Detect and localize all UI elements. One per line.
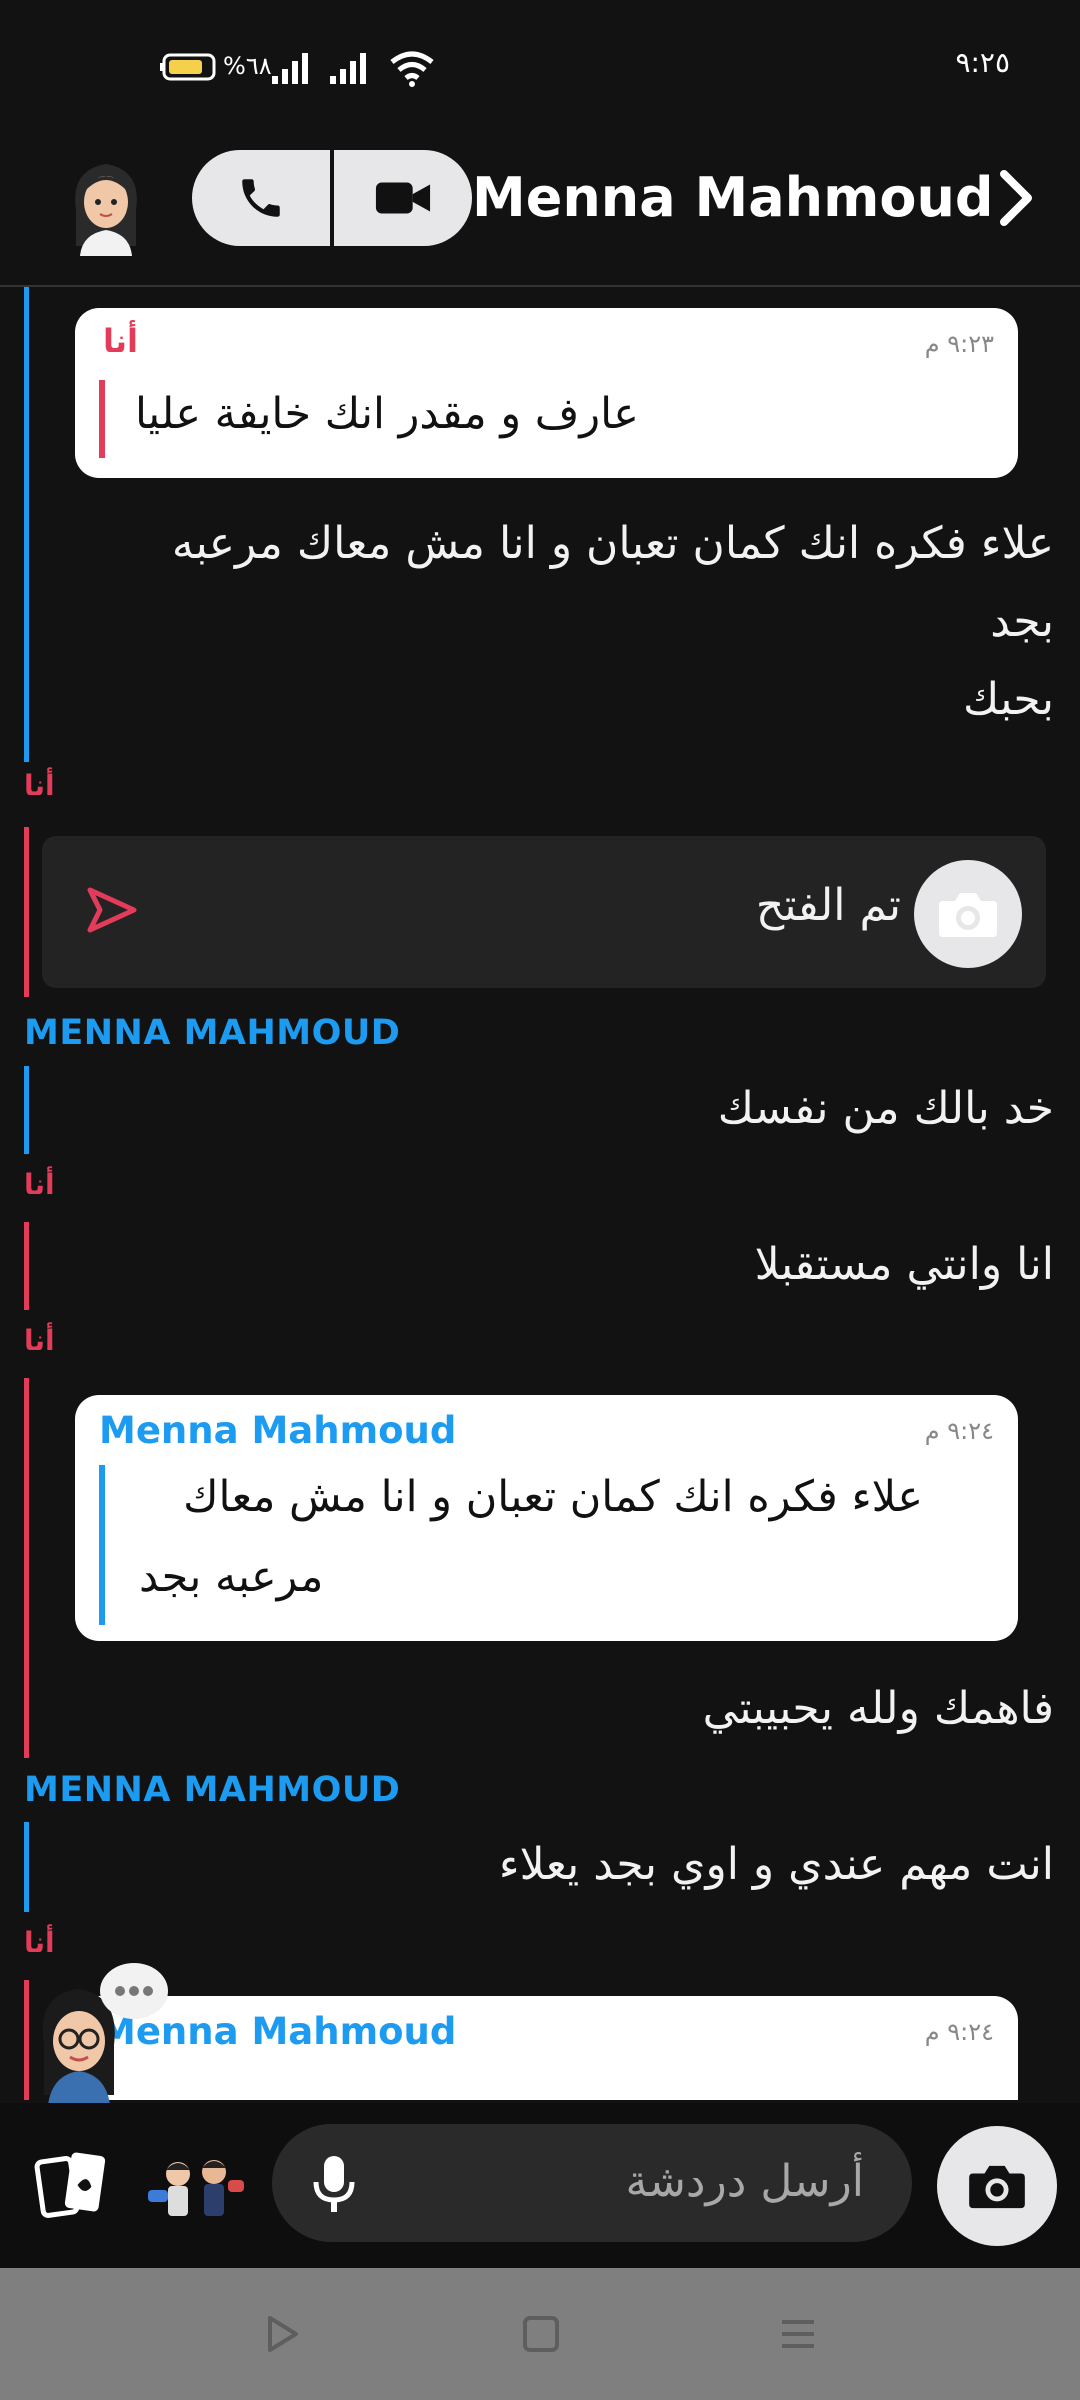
status-bar: %٦٨ ٩:٢٥ [0,0,1080,130]
sender-bar-me [24,1222,29,1310]
chevron-right-icon[interactable] [990,168,1040,228]
call-buttons [192,150,472,246]
sender-bar-friend [24,1066,29,1154]
quote-text: علاء فكره انك كمان تعبان و انا مش معاك [183,1472,923,1522]
snap-message[interactable]: تم الفتح [42,836,1046,988]
signal-icon-1 [272,53,308,84]
wifi-icon [390,51,434,87]
video-camera-icon [375,182,431,214]
sender-bar-friend [24,1822,29,1912]
phone-icon [242,179,280,217]
battery-percent: %٦٨ [223,52,272,80]
video-call-button[interactable] [334,150,472,246]
microphone-icon[interactable] [312,2154,356,2214]
contact-name[interactable]: Menna Mahmoud [472,166,994,229]
typing-bitmoji [42,1963,168,2105]
quote-text: مرعبه بجد [139,1552,324,1602]
snap-status: تم الفتح [755,880,901,931]
chat-message: انت مهم عندي و اوي بجد يعلاء [498,1839,1054,1890]
quoted-message[interactable]: Menna Mahmoud ٩:٢٤ م علاء فكره انك كمان … [75,1395,1018,1641]
home-square-icon[interactable] [521,2314,561,2354]
status-time: ٩:٢٥ [955,46,1010,79]
camera-icon [939,893,997,937]
friends-bitmoji-icon[interactable] [148,2150,248,2226]
chat-message: بجد [990,596,1054,647]
chat-input[interactable]: أرسل دردشة [272,2124,912,2242]
chat-message: فاهمك ولله يحبيبتي [702,1683,1054,1734]
quote-sender: Menna Mahmoud [99,1409,457,1452]
sender-bar-me [24,827,29,997]
chat-message: خد بالك من نفسك [717,1083,1054,1134]
sender-bar-me [24,1378,29,1758]
chat-message: بحبك [962,674,1054,725]
system-nav-bar [0,2268,1080,2400]
sender-label-friend: MENNA MAHMOUD [24,1013,401,1053]
sender-label-me: أنا [24,1168,55,1201]
quoted-message[interactable]: أنا ٩:٢٣ م عارف و مقدر انك خايفة عليا [75,308,1018,478]
sent-snap-icon [87,887,137,933]
quote-time: ٩:٢٤ م [924,1417,994,1445]
quote-text: عارف و مقدر انك خايفة عليا [135,389,639,439]
chat-thread-lower: MENNA MAHMOUD خد بالك من نفسك أنا انا وا… [0,1000,1080,2100]
chat-message: انا وانتي مستقبلا [754,1239,1054,1290]
camera-icon [969,2165,1025,2209]
chat-message: علاء فكره انك كمان تعبان و انا مش معاك م… [171,518,1054,569]
chat-input-placeholder: أرسل دردشة [625,2156,864,2207]
sender-label-me: أنا [24,769,55,802]
quote-line [99,1465,105,1625]
quote-line [99,380,105,458]
quote-time: ٩:٢٣ م [924,330,994,358]
signal-icon-2 [330,53,366,84]
camera-button[interactable] [937,2126,1057,2246]
cards-icon[interactable] [32,2146,112,2222]
sender-label-me: أنا [24,1324,55,1357]
menu-icon[interactable] [778,2314,818,2354]
sender-label-friend: MENNA MAHMOUD [24,1770,401,1810]
snap-camera-badge [914,860,1022,968]
avatar[interactable] [58,150,154,256]
voice-call-button[interactable] [192,150,330,246]
quote-sender: أنا [103,322,138,360]
battery-icon [160,53,216,81]
quote-time: ٩:٢٤ م [924,2018,994,2046]
sender-bar-friend [24,287,29,762]
back-triangle-icon[interactable] [262,2314,302,2354]
quoted-message[interactable]: Menna Mahmoud ٩:٢٤ م [75,1996,1018,2100]
